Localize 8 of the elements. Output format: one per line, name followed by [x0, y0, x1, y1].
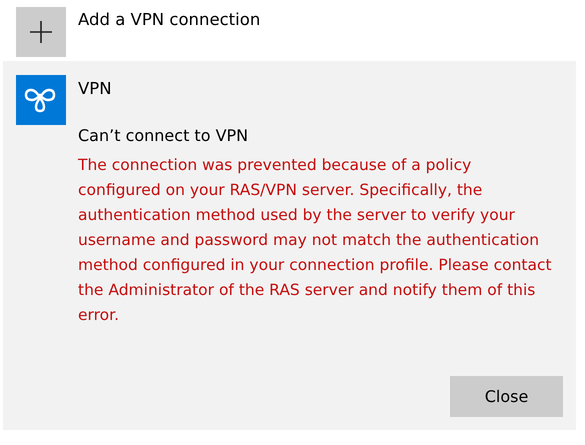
error-title: Can’t connect to VPN — [78, 126, 250, 145]
connection-name: VPN — [78, 79, 113, 98]
error-message: The connection was prevented because of a policy configured on your RAS/VPN server. Specifically, the authentication method used by the server to verify your username and password may not match the authentication method configured in your connection profile. Please contact the Administrator of the RAS server and notify them of this error. — [78, 155, 553, 326]
add-button[interactable] — [16, 7, 66, 57]
plus-icon — [30, 21, 52, 43]
vpn-icon — [16, 75, 66, 125]
close-button[interactable]: Close — [450, 376, 563, 417]
add-vpn-label[interactable]: Add a VPN connection — [78, 10, 260, 29]
